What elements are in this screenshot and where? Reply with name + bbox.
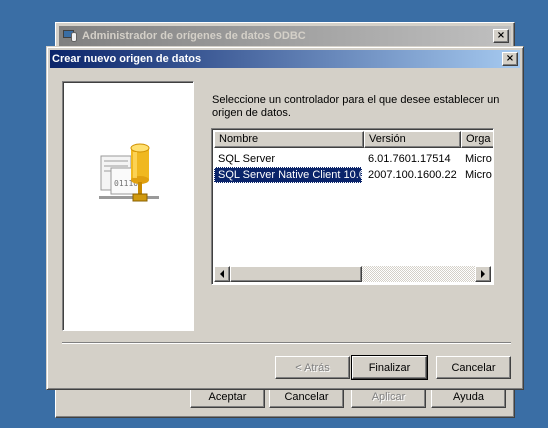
dialog-title: Crear nuevo origen de datos (52, 53, 202, 65)
instruction-text: Seleccione un controlador para el que de… (212, 94, 500, 119)
back-button-label: < Atrás (295, 361, 330, 374)
desktop: Administrador de orígenes de datos ODBC … (0, 0, 548, 428)
odbc-app-icon (62, 29, 78, 43)
create-data-source-dialog: Crear nuevo origen de datos × 01110 Sele… (46, 46, 524, 390)
column-header-name[interactable]: Nombre (214, 131, 364, 148)
cancel-button[interactable]: Cancelar (436, 356, 511, 379)
finish-button[interactable]: Finalizar (351, 355, 428, 380)
separator (62, 342, 511, 344)
back-button[interactable]: < Atrás (275, 356, 350, 379)
driver-list[interactable]: Nombre Versión Orga SQL Server 6.01.7601… (211, 128, 494, 285)
scrollbar-thumb[interactable] (230, 266, 362, 282)
odbc-datasource-icon: 01110 (99, 143, 159, 202)
horizontal-scrollbar[interactable] (214, 266, 491, 282)
list-item[interactable]: SQL Server 6.01.7601.17514 Micro (214, 151, 493, 167)
arrow-left-icon (220, 270, 224, 278)
cancel-button-background-label: Cancelar (284, 390, 329, 403)
odbc-administrator-titlebar[interactable]: Administrador de orígenes de datos ODBC … (59, 26, 511, 46)
driver-name: SQL Server (218, 153, 276, 165)
dialog-titlebar[interactable]: Crear nuevo origen de datos × (50, 50, 520, 68)
help-button-label: Ayuda (453, 390, 484, 403)
odbc-administrator-title: Administrador de orígenes de datos ODBC (82, 30, 306, 42)
scroll-left-button[interactable] (214, 266, 230, 282)
driver-list-header: Nombre Versión Orga (214, 131, 493, 148)
finish-button-label: Finalizar (368, 361, 411, 374)
list-item[interactable]: SQL Server Native Client 10.0 2007.100.1… (214, 167, 493, 183)
column-header-organization[interactable]: Orga (461, 131, 493, 148)
driver-version: 6.01.7601.17514 (368, 153, 451, 165)
driver-version: 2007.100.1600.22 (368, 169, 457, 181)
cancel-button-label: Cancelar (451, 361, 496, 374)
accept-button-label: Aceptar (208, 390, 247, 403)
driver-name: SQL Server Native Client 10.0 (214, 167, 362, 183)
close-icon[interactable]: × (493, 29, 509, 43)
driver-organization: Micro (465, 169, 492, 181)
arrow-right-icon (481, 270, 485, 278)
close-icon[interactable]: × (502, 52, 518, 66)
driver-organization: Micro (465, 153, 492, 165)
column-header-version[interactable]: Versión (364, 131, 461, 148)
scroll-right-button[interactable] (475, 266, 491, 282)
apply-button-label: Aplicar (371, 390, 406, 403)
wizard-image-panel: 01110 (62, 81, 194, 331)
